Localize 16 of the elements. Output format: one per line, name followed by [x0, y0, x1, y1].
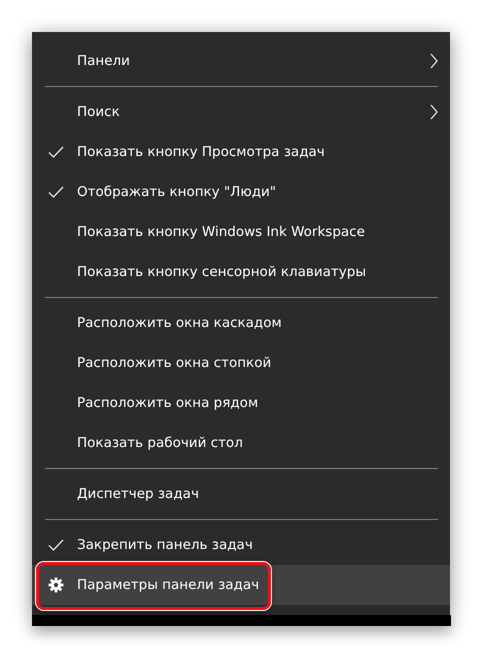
menu-item[interactable]: Поиск: [32, 92, 450, 132]
menu-item[interactable]: Показать рабочий стол: [32, 423, 450, 463]
menu-item[interactable]: Диспетчер задач: [32, 474, 450, 514]
chevron-right-icon: [430, 104, 438, 120]
menu-item[interactable]: Закрепить панель задач: [32, 525, 450, 565]
menu-item[interactable]: Отображать кнопку "Люди": [32, 172, 450, 212]
menu-item[interactable]: Расположить окна стопкой: [32, 343, 450, 383]
menu-item[interactable]: Показать кнопку сенсорной клавиатуры: [32, 252, 450, 292]
menu-item[interactable]: Показать кнопку Windows Ink Workspace: [32, 212, 450, 252]
menu-item[interactable]: Показать кнопку Просмотра задач: [32, 132, 450, 172]
menu-item[interactable]: Расположить окна каскадом: [32, 303, 450, 343]
chevron-right-icon: [430, 53, 438, 69]
gear-icon: [48, 577, 64, 593]
menu-item[interactable]: Параметры панели задач: [32, 565, 450, 605]
menu-item[interactable]: Расположить окна рядом: [32, 383, 450, 423]
menu-item[interactable]: Панели: [32, 41, 450, 81]
